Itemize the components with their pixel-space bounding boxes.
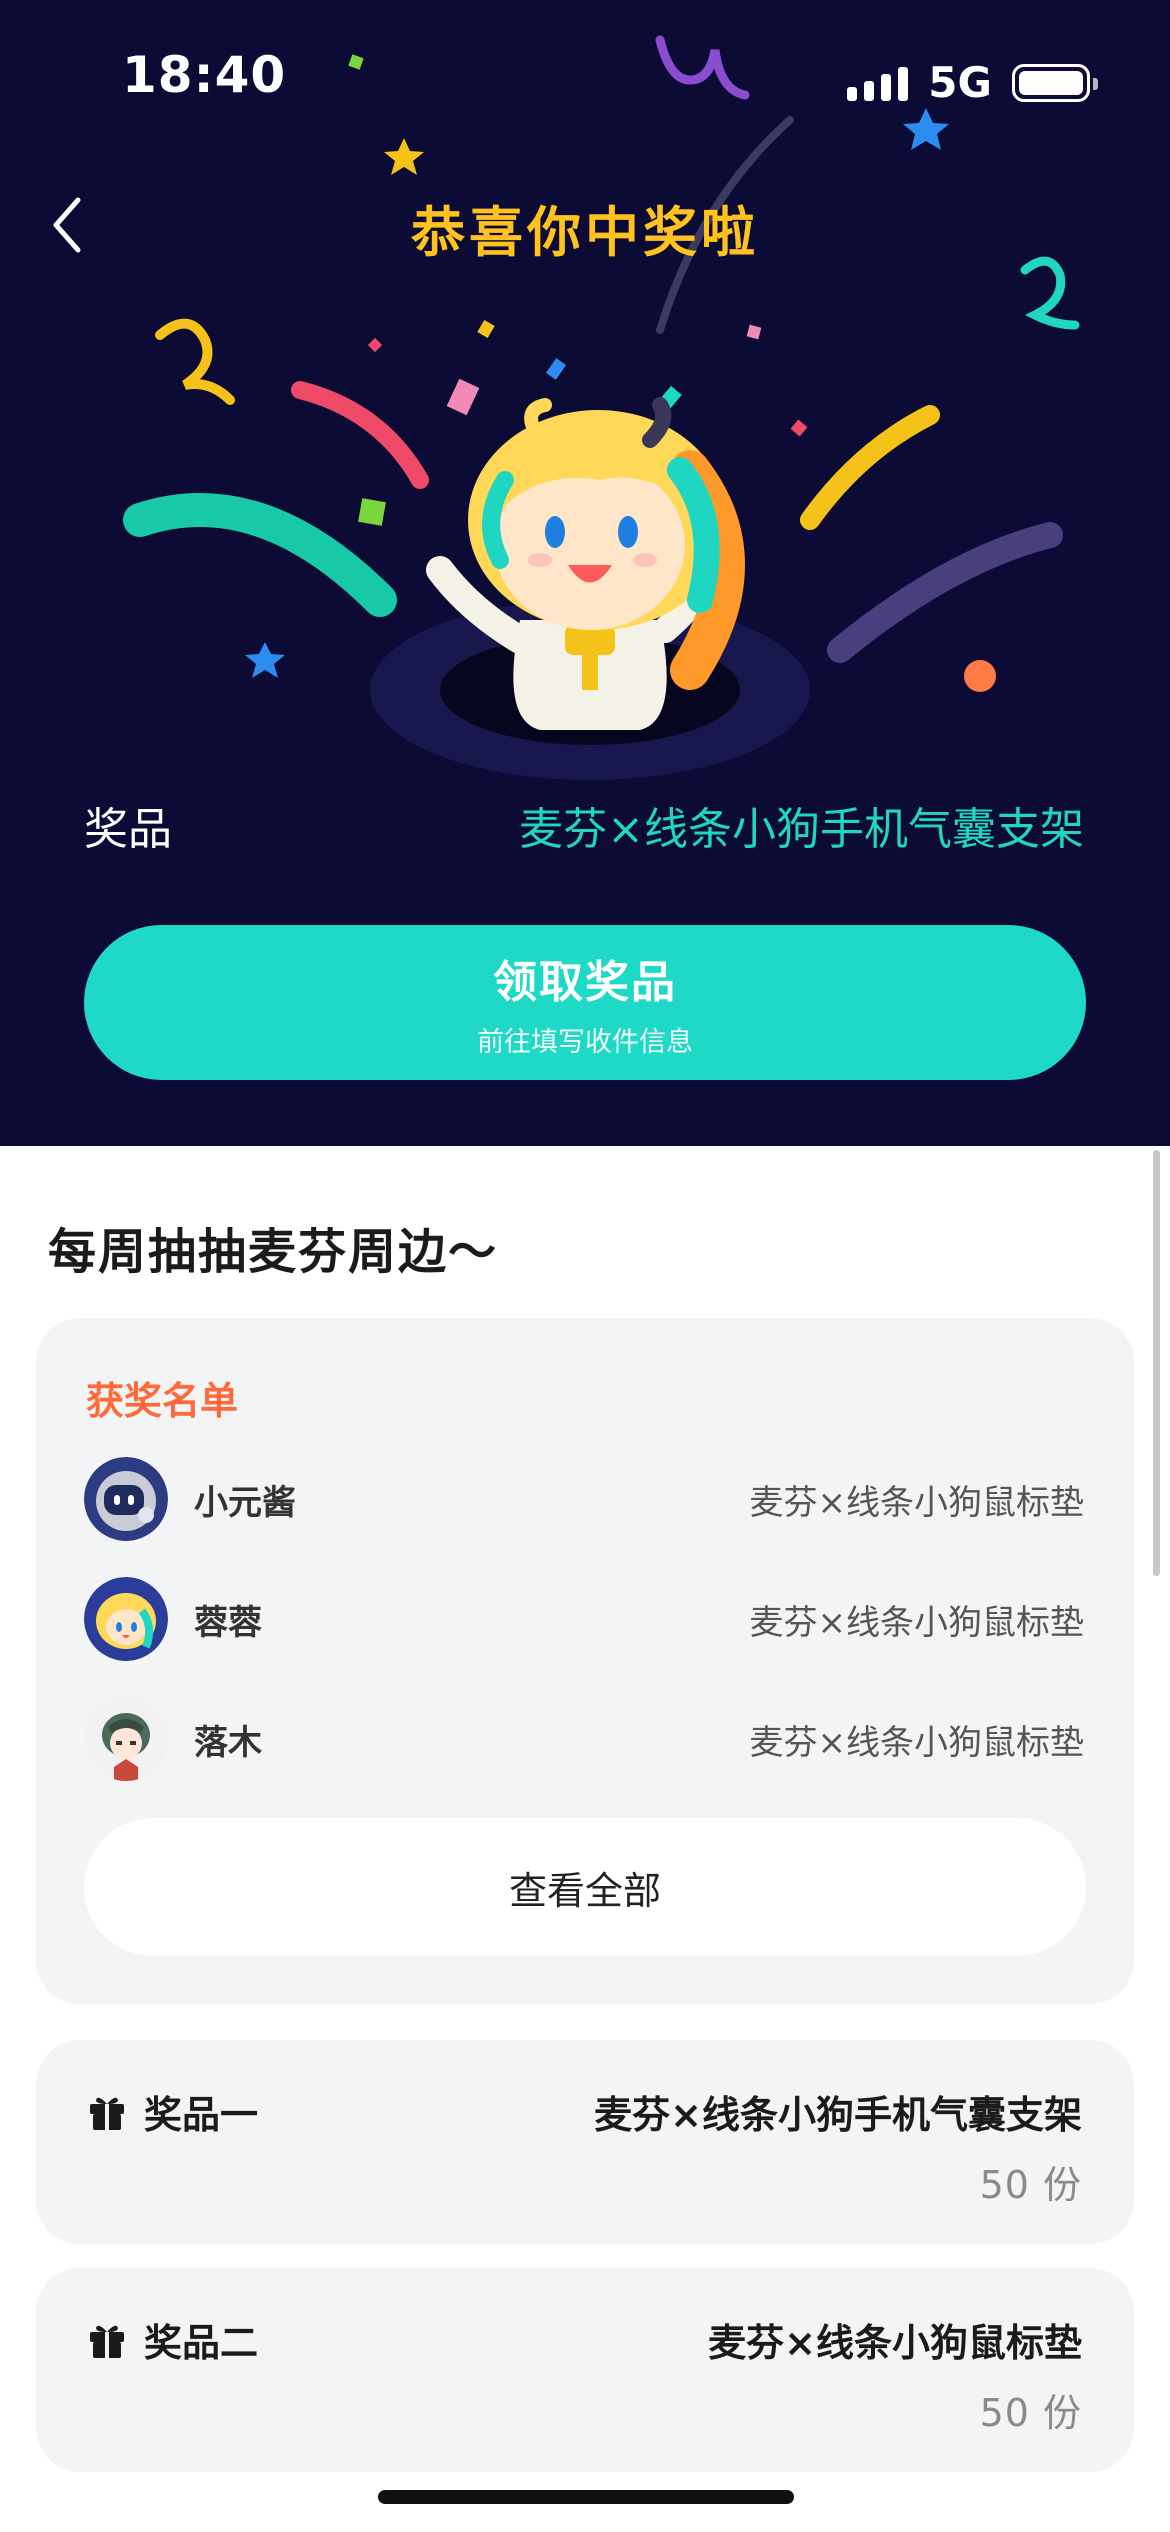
claim-prize-button[interactable]: 领取奖品 前往填写收件信息	[84, 925, 1086, 1080]
prize-card: 奖品一 麦芬×线条小狗手机气囊支架 50 份	[36, 2040, 1134, 2244]
gift-icon	[90, 2325, 124, 2358]
winner-row: 小元酱 麦芬×线条小狗鼠标垫	[84, 1454, 1084, 1544]
prize-quantity: 50 份	[979, 2163, 1082, 2207]
prize-quantity: 50 份	[979, 2391, 1082, 2435]
won-prize-label: 奖品	[84, 804, 172, 855]
winners-card: 获奖名单 小元酱 麦芬×线条小狗鼠标垫 蓉蓉 麦芬×线条小狗鼠标垫 落木 麦芬×…	[36, 1318, 1134, 2004]
prize-header: 奖品二	[88, 2312, 258, 2367]
section-title: 每周抽抽麦芬周边～	[48, 1224, 499, 1280]
hero-banner: 18:40 5G 恭喜你中奖啦 奖品 麦芬×线条小狗手机气囊支架 领取奖品 前往…	[0, 0, 1170, 1146]
status-bar: 18:40 5G	[0, 0, 1170, 150]
winner-prize: 麦芬×线条小狗鼠标垫	[749, 1482, 1085, 1523]
prize-name: 奖品一	[144, 2093, 259, 2137]
prize-name: 奖品二	[144, 2321, 259, 2365]
won-prize-value: 麦芬×线条小狗手机气囊支架	[519, 804, 1084, 855]
claim-prize-label: 领取奖品	[493, 957, 677, 1008]
avatar	[84, 1697, 168, 1781]
view-all-button[interactable]: 查看全部	[84, 1818, 1086, 1956]
status-time: 18:40	[122, 46, 287, 104]
winner-name: 蓉蓉	[194, 1602, 262, 1643]
battery-icon	[1012, 63, 1098, 102]
gift-icon	[90, 2097, 124, 2130]
winner-prize: 麦芬×线条小狗鼠标垫	[749, 1602, 1085, 1643]
prize-item: 麦芬×线条小狗鼠标垫	[708, 2321, 1082, 2365]
scrollbar[interactable]	[1153, 1150, 1160, 1576]
prize-item: 麦芬×线条小狗手机气囊支架	[594, 2093, 1082, 2137]
winner-prize: 麦芬×线条小狗鼠标垫	[749, 1722, 1085, 1763]
claim-prize-sublabel: 前往填写收件信息	[477, 1027, 693, 1058]
prize-card: 奖品二 麦芬×线条小狗鼠标垫 50 份	[36, 2268, 1134, 2472]
network-type: 5G	[928, 58, 992, 107]
home-indicator[interactable]	[378, 2490, 794, 2504]
won-prize-row: 奖品 麦芬×线条小狗手机气囊支架	[84, 795, 1084, 855]
winner-row: 蓉蓉 麦芬×线条小狗鼠标垫	[84, 1574, 1084, 1664]
winners-title: 获奖名单	[86, 1379, 239, 1423]
winner-row: 落木 麦芬×线条小狗鼠标垫	[84, 1694, 1084, 1784]
winner-name: 落木	[194, 1722, 262, 1763]
prize-header: 奖品一	[88, 2084, 258, 2139]
status-indicators: 5G	[847, 58, 1098, 107]
avatar	[84, 1577, 168, 1661]
page-title: 恭喜你中奖啦	[411, 201, 759, 264]
winner-name: 小元酱	[194, 1482, 296, 1523]
avatar	[84, 1457, 168, 1541]
signal-icon	[847, 65, 909, 101]
